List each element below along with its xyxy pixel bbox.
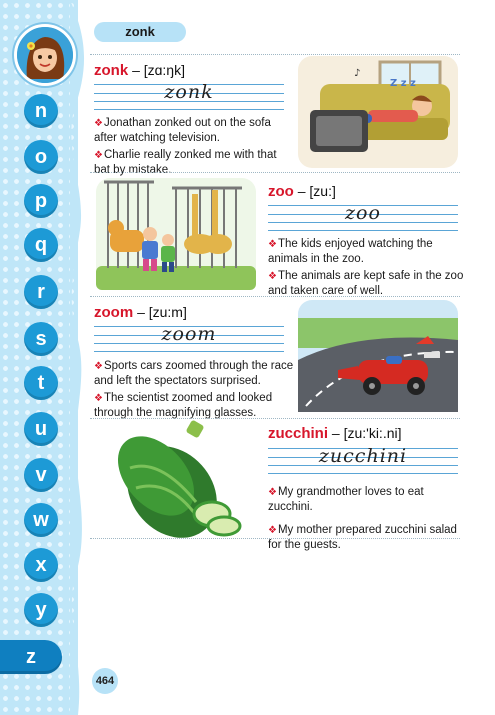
sidebar-wave xyxy=(70,0,85,715)
letter-t[interactable]: t xyxy=(24,366,58,400)
entry-zonk-headword: zonk – [zɑ:ŋk] xyxy=(94,62,185,79)
letter-y[interactable]: y xyxy=(24,593,58,627)
entry-word: zucchini xyxy=(268,425,329,442)
cursive-word: zoo xyxy=(345,202,381,224)
entry-phonetic: – [zu:m] xyxy=(137,304,187,320)
race-car-illustration-icon xyxy=(298,300,458,412)
letter-x[interactable]: x xyxy=(24,548,58,582)
divider xyxy=(90,538,460,539)
letter-n[interactable]: n xyxy=(24,94,58,128)
cursive-ruled-lines: zucchini xyxy=(268,445,458,474)
letter-q[interactable]: q xyxy=(24,228,58,262)
letter-o[interactable]: o xyxy=(24,140,58,174)
cursive-ruled-lines: zoo xyxy=(268,202,458,231)
example: My grandmother loves to eat zucchini. xyxy=(268,486,424,513)
letter-r[interactable]: r xyxy=(24,275,58,309)
divider xyxy=(90,54,460,55)
entry-word: zoo xyxy=(268,183,294,200)
divider xyxy=(90,296,460,297)
divider xyxy=(90,172,460,173)
example: The animals are kept safe in the zoo and… xyxy=(268,270,464,297)
svg-text:♪: ♪ xyxy=(354,68,360,79)
example: Sports cars zoomed through the race and … xyxy=(94,360,294,387)
entry-zonk-examples: ❖Jonathan zonked out on the sofa after w… xyxy=(94,116,292,180)
girl-avatar-icon xyxy=(17,27,73,83)
cursive-word: zoom xyxy=(161,323,217,345)
entry-phonetic: – [zɑ:ŋk] xyxy=(132,62,185,78)
entry-zucchini-examples: ❖My grandmother loves to eat zucchini. ❖… xyxy=(268,485,464,555)
example: The scientist zoomed and looked through … xyxy=(94,392,273,419)
bullet-icon: ❖ xyxy=(94,118,103,129)
cursive-ruled-lines: zoom xyxy=(94,323,284,352)
entry-zoo-examples: ❖The kids enjoyed watching the animals i… xyxy=(268,237,464,301)
letter-v[interactable]: v xyxy=(24,458,58,492)
letter-u[interactable]: u xyxy=(24,412,58,446)
avatar xyxy=(14,24,76,86)
entry-zoom-headword: zoom – [zu:m] xyxy=(94,304,187,321)
entry-zucchini-headword: zucchini – [zu:'ki:.ni] xyxy=(268,425,402,442)
cursive-ruled-lines: zonk xyxy=(94,81,284,110)
letter-w[interactable]: w xyxy=(24,503,58,537)
entry-word: zoom xyxy=(94,304,134,321)
bullet-icon: ❖ xyxy=(268,487,277,498)
zucchini-illustration-icon xyxy=(117,420,242,538)
letter-p[interactable]: p xyxy=(24,184,58,218)
entry-zoom-examples: ❖Sports cars zoomed through the race and… xyxy=(94,359,299,423)
entry-zoo-headword: zoo – [zu:] xyxy=(268,183,336,200)
sofa-sleeping-illustration-icon: Z z z ♪ xyxy=(298,56,458,168)
example: Jonathan zonked out on the sofa after wa… xyxy=(94,117,271,144)
zoo-illustration-icon xyxy=(96,178,256,290)
entry-phonetic: – [zu:] xyxy=(297,183,336,199)
cursive-word: zucchini xyxy=(318,445,408,467)
letter-z[interactable]: z xyxy=(0,640,62,674)
entry-phonetic: – [zu:'ki:.ni] xyxy=(331,425,402,441)
bullet-icon: ❖ xyxy=(268,525,277,536)
bullet-icon: ❖ xyxy=(268,239,277,250)
bullet-icon: ❖ xyxy=(94,393,103,404)
example: The kids enjoyed watching the animals in… xyxy=(268,238,433,265)
header-word-tab: zonk xyxy=(94,22,186,42)
letter-s[interactable]: s xyxy=(24,322,58,356)
page-number: 464 xyxy=(92,668,118,694)
bullet-icon: ❖ xyxy=(268,271,277,282)
bullet-icon: ❖ xyxy=(94,361,103,372)
cursive-word: zonk xyxy=(164,81,214,103)
entry-word: zonk xyxy=(94,62,129,79)
bullet-icon: ❖ xyxy=(94,150,103,161)
svg-text:Z z z: Z z z xyxy=(390,78,416,89)
